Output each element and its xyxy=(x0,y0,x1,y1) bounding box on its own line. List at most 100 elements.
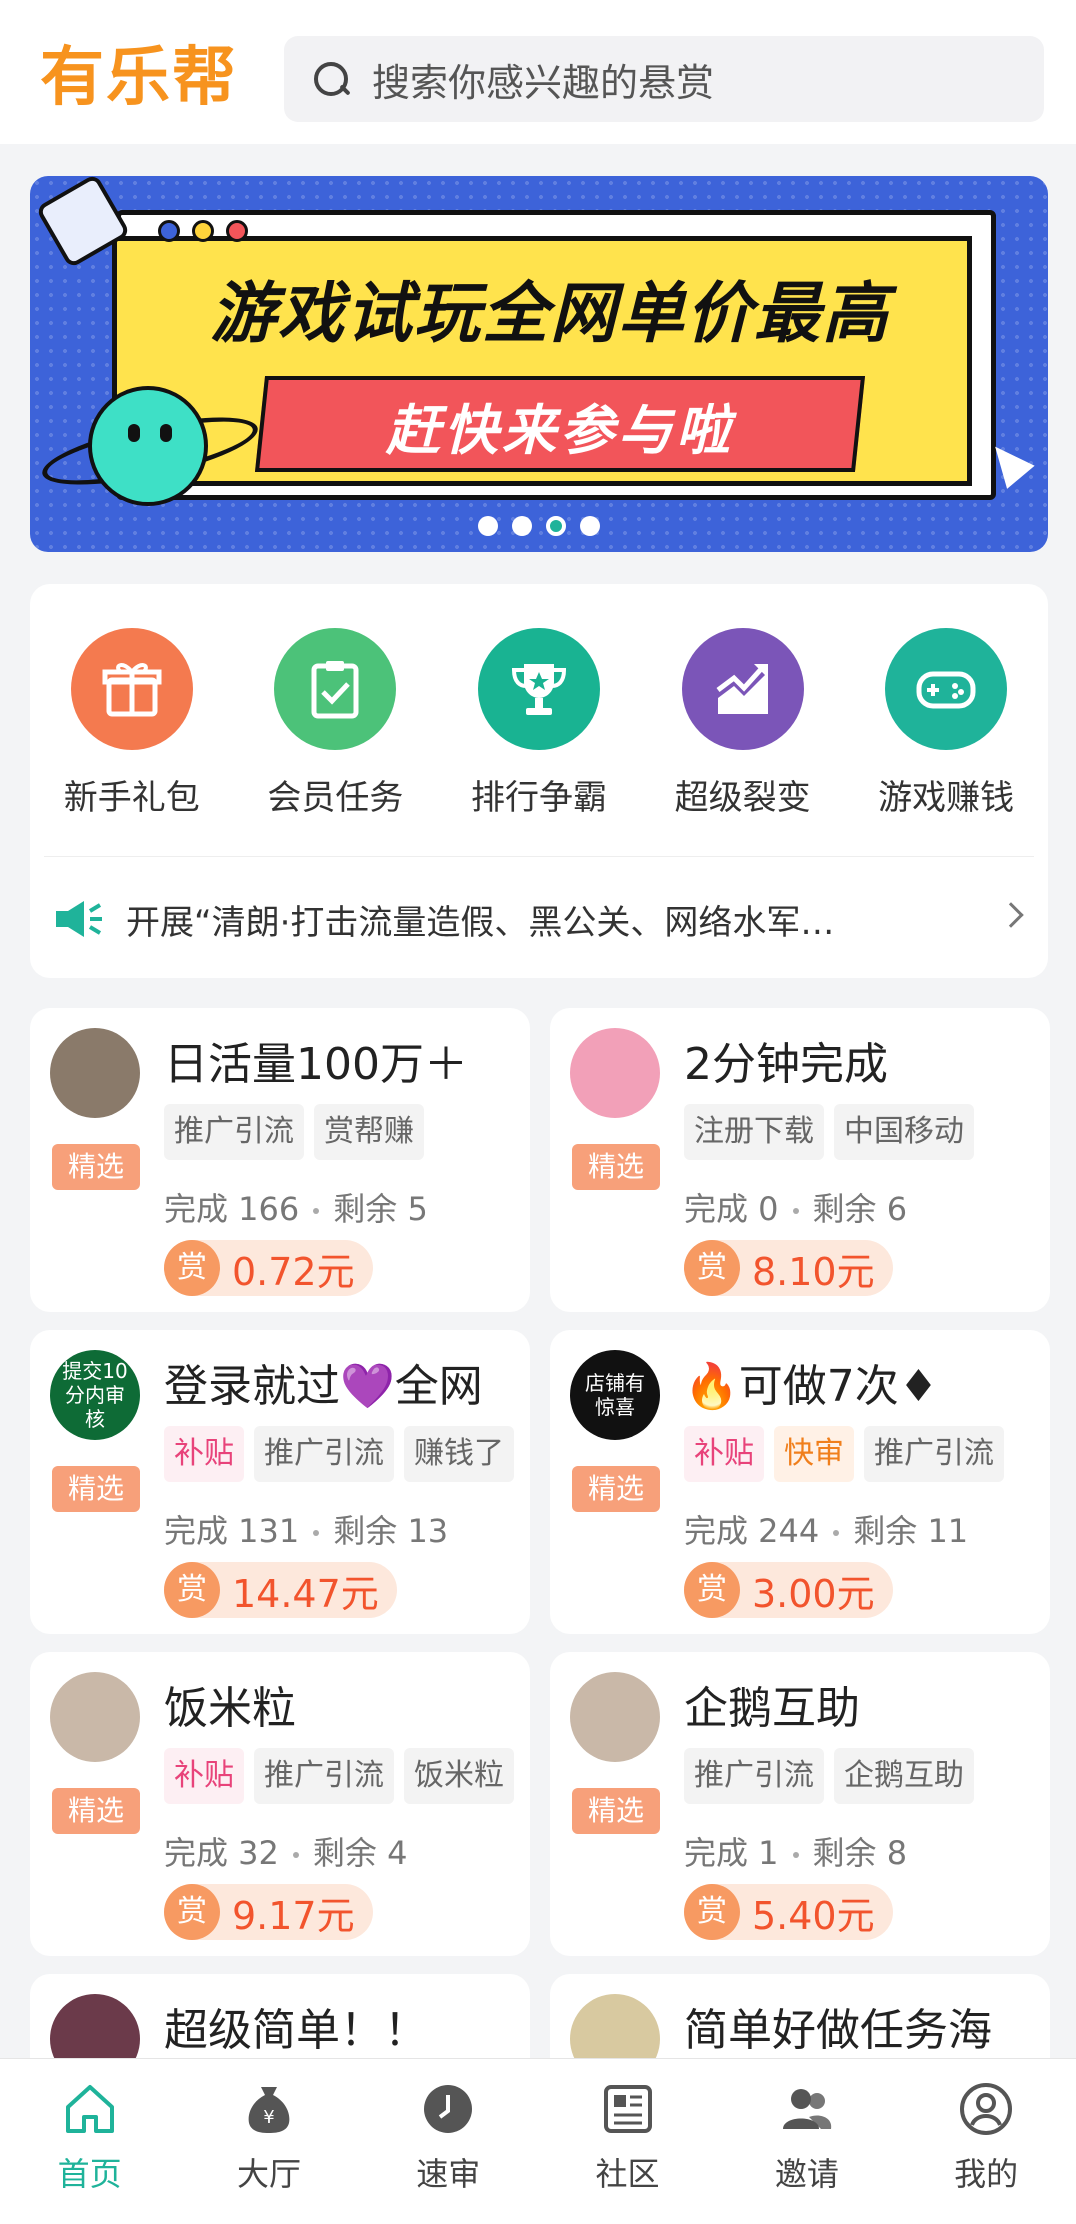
reward-amount: 0.72元 xyxy=(232,1249,355,1294)
task-tag: 赚钱了 xyxy=(404,1426,514,1482)
reward-pill: 赏 8.10元 xyxy=(684,1240,893,1296)
search-icon xyxy=(312,60,350,98)
banner-window-dots xyxy=(158,220,248,242)
remaining-count: 剩余 4 xyxy=(312,1834,408,1872)
task-title: 简单好做任务海 xyxy=(684,2005,992,2056)
quick-menu-item-2[interactable]: 会员任务 xyxy=(234,628,438,819)
task-card[interactable]: 精选 2分钟完成 注册下载 中国移动 完成 0 剩余 6 赏 8.10元 xyxy=(550,1008,1050,1312)
clipboard-check-icon xyxy=(274,628,397,750)
pager-dot[interactable] xyxy=(546,516,566,536)
planet-eye xyxy=(128,424,140,442)
notice-bar[interactable]: 开展“清朗·打击流量造假、黑公关、网络水军… xyxy=(54,884,1034,954)
bottom-navigation: 首页 ¥ 大厅 速审 社区 邀请 我的 xyxy=(0,2058,1076,2224)
task-title: 🔥可做7次♦ xyxy=(684,1361,939,1412)
chevron-right-icon[interactable] xyxy=(998,902,1024,928)
reward-icon: 赏 xyxy=(684,1240,740,1296)
task-tag: 企鹅互助 xyxy=(834,1748,974,1804)
featured-badge: 精选 xyxy=(52,1788,140,1834)
tag-list: 补贴 推广引流 饭米粒 xyxy=(164,1748,520,1804)
task-tag: 推广引流 xyxy=(164,1104,304,1160)
task-tag: 饭米粒 xyxy=(404,1748,514,1804)
nav-tab-4[interactable]: 社区 xyxy=(538,2059,717,2224)
remaining-count: 剩余 13 xyxy=(333,1512,449,1550)
task-card[interactable]: 精选 日活量100万＋ 推广引流 赏帮赚 完成 166 剩余 5 赏 0.72元 xyxy=(30,1008,530,1312)
pager-dot[interactable] xyxy=(512,516,532,536)
top-header: 有乐帮 搜索你感兴趣的悬赏 xyxy=(0,0,1076,144)
reward-amount: 14.47元 xyxy=(232,1571,379,1616)
tag-list: 补贴 快审 推广引流 xyxy=(684,1426,1040,1482)
tag-list: 推广引流 企鹅互助 xyxy=(684,1748,1040,1804)
featured-badge: 精选 xyxy=(572,1144,660,1190)
task-tag: 补贴 xyxy=(164,1748,244,1804)
task-stats: 完成 131 剩余 13 xyxy=(164,1506,448,1552)
reward-amount: 9.17元 xyxy=(232,1893,355,1938)
profile-icon xyxy=(956,2079,1016,2139)
task-tag: 注册下载 xyxy=(684,1104,824,1160)
search-bar[interactable]: 搜索你感兴趣的悬赏 xyxy=(284,36,1044,122)
home-icon xyxy=(60,2079,120,2139)
separator-dot xyxy=(313,1530,320,1536)
completed-count: 完成 244 xyxy=(684,1512,820,1550)
quick-menu-card: 新手礼包 会员任务 排行争霸 超级裂变 游戏赚钱 开展“清朗·打击流量造假、黑公关、网络… xyxy=(30,584,1048,978)
featured-badge: 精选 xyxy=(52,1144,140,1190)
task-tag: 推广引流 xyxy=(254,1426,394,1482)
quick-menu-item-1[interactable]: 新手礼包 xyxy=(30,628,234,819)
task-card[interactable]: 店铺有惊喜 精选 🔥可做7次♦ 补贴 快审 推广引流 完成 244 剩余 11 赏 3.00元 xyxy=(550,1330,1050,1634)
task-stats: 完成 166 剩余 5 xyxy=(164,1184,428,1230)
nav-tab-1[interactable]: 首页 xyxy=(0,2059,179,2224)
nav-label: 我的 xyxy=(954,2155,1019,2193)
nav-tab-2[interactable]: ¥ 大厅 xyxy=(179,2059,358,2224)
separator-dot xyxy=(313,1208,320,1214)
gift-icon xyxy=(70,628,193,750)
task-tag: 中国移动 xyxy=(834,1104,974,1160)
task-stats: 完成 32 剩余 4 xyxy=(164,1828,407,1874)
users-icon xyxy=(777,2079,837,2139)
task-tag: 推广引流 xyxy=(254,1748,394,1804)
separator-dot xyxy=(792,1852,799,1858)
nav-tab-6[interactable]: 我的 xyxy=(896,2059,1075,2224)
planet-icon xyxy=(88,386,208,506)
pager-dot[interactable] xyxy=(580,516,600,536)
promo-banner[interactable]: 游戏试玩全网单价最高 赶快来参与啦 xyxy=(30,176,1048,552)
nav-label: 邀请 xyxy=(774,2155,839,2193)
tag-list: 注册下载 中国移动 xyxy=(684,1104,1040,1160)
completed-count: 完成 32 xyxy=(164,1834,279,1872)
quick-menu-item-3[interactable]: 排行争霸 xyxy=(437,628,641,819)
trend-chart-icon xyxy=(681,628,804,750)
reward-pill: 赏 0.72元 xyxy=(164,1240,373,1296)
completed-count: 完成 131 xyxy=(164,1512,300,1550)
quick-menu-label: 会员任务 xyxy=(267,778,404,818)
nav-tab-5[interactable]: 邀请 xyxy=(717,2059,896,2224)
money-bag-icon: ¥ xyxy=(239,2079,299,2139)
reward-amount: 5.40元 xyxy=(752,1893,875,1938)
notice-text: 开展“清朗·打击流量造假、黑公关、网络水军… xyxy=(126,902,835,943)
remaining-count: 剩余 11 xyxy=(853,1512,969,1550)
reward-pill: 赏 5.40元 xyxy=(684,1884,893,1940)
pager-dot[interactable] xyxy=(478,516,498,536)
task-tag: 补贴 xyxy=(684,1426,764,1482)
task-title: 日活量100万＋ xyxy=(164,1039,468,1090)
megaphone-icon xyxy=(54,899,104,939)
task-title: 2分钟完成 xyxy=(684,1039,888,1090)
avatar xyxy=(50,1028,140,1118)
banner-headline: 游戏试玩全网单价最高 xyxy=(210,275,890,352)
task-card[interactable]: 精选 企鹅互助 推广引流 企鹅互助 完成 1 剩余 8 赏 5.40元 xyxy=(550,1652,1050,1956)
remaining-count: 剩余 8 xyxy=(812,1834,908,1872)
task-stats: 完成 1 剩余 8 xyxy=(684,1828,907,1874)
clock-icon xyxy=(418,2079,478,2139)
nav-label: 速审 xyxy=(416,2155,481,2193)
tag-list: 补贴 推广引流 赚钱了 xyxy=(164,1426,520,1482)
task-tag: 推广引流 xyxy=(684,1748,824,1804)
divider xyxy=(44,856,1034,857)
quick-menu-item-5[interactable]: 游戏赚钱 xyxy=(844,628,1048,819)
task-card[interactable]: 提交10分内审核 精选 登录就过💜全网 补贴 推广引流 赚钱了 完成 131 剩余 13 赏 14… xyxy=(30,1330,530,1634)
task-card[interactable]: 精选 饭米粒 补贴 推广引流 饭米粒完成 32 剩余 4 赏 9.17元 xyxy=(30,1652,530,1956)
news-icon xyxy=(598,2079,658,2139)
quick-menu-item-4[interactable]: 超级裂变 xyxy=(641,628,845,819)
nav-tab-3[interactable]: 速审 xyxy=(359,2059,538,2224)
task-title: 登录就过💜全网 xyxy=(164,1361,483,1412)
remaining-count: 剩余 5 xyxy=(333,1190,428,1228)
reward-icon: 赏 xyxy=(164,1884,220,1940)
task-title: 企鹅互助 xyxy=(684,1683,860,1734)
quick-menu-label: 超级裂变 xyxy=(674,778,811,818)
